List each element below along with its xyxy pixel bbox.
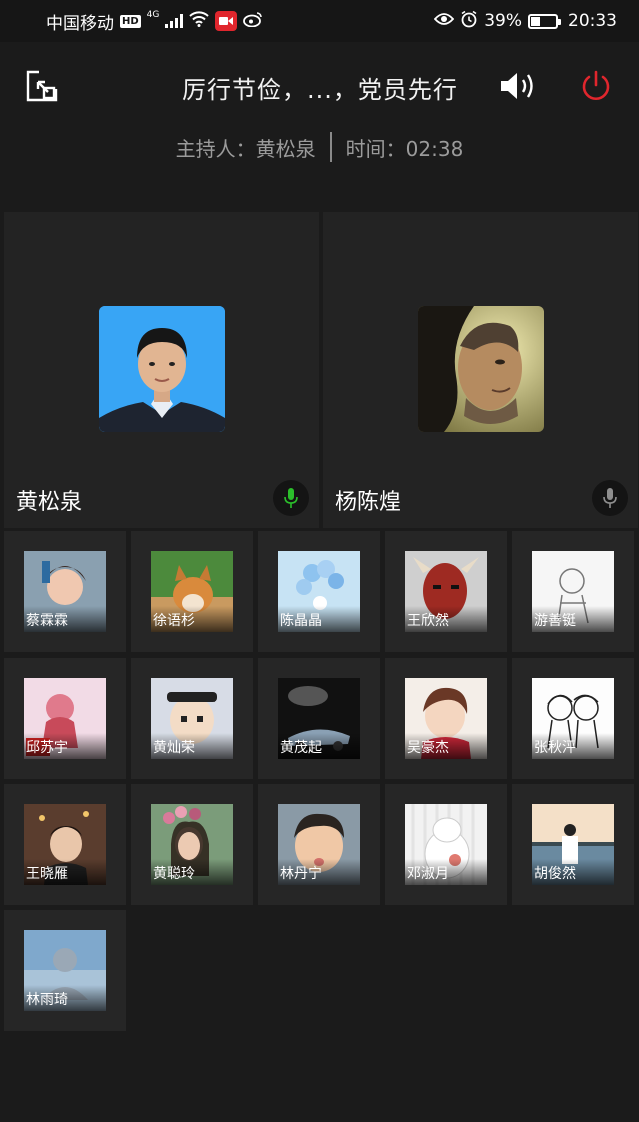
status-bar: 中国移动 HD 4G 39% 20:33	[0, 0, 639, 42]
avatar: 陈晶晶	[278, 551, 360, 632]
hd-badge: HD	[120, 14, 141, 28]
network-label: 4G	[146, 10, 160, 20]
minimize-window-button[interactable]	[24, 68, 60, 104]
participant-tile[interactable]: 吴豪杰	[385, 658, 507, 779]
participant-tile[interactable]: 徐语杉	[131, 531, 253, 652]
participant-tile[interactable]: 蔡霖霖	[4, 531, 126, 652]
participant-name: 林丹宁	[280, 866, 322, 882]
participant-tile[interactable]: 黄灿荣	[131, 658, 253, 779]
participant-name: 陈晶晶	[280, 613, 322, 629]
participant-tile[interactable]: 陈晶晶	[258, 531, 380, 652]
participant-tile[interactable]: 张秋泙	[512, 658, 634, 779]
avatar: 邱苏宇	[24, 678, 106, 759]
battery-icon	[528, 13, 561, 29]
screen-record-icon	[215, 11, 238, 31]
participant-tile[interactable]: 林雨琦	[4, 910, 126, 1031]
participant-name: 吴豪杰	[407, 740, 449, 756]
participant-tile[interactable]: 胡俊然	[512, 784, 634, 905]
participant-name: 黄松泉	[16, 490, 83, 515]
avatar: 林雨琦	[24, 930, 106, 1011]
avatar: 徐语杉	[151, 551, 233, 632]
participant-name: 王晓雁	[26, 866, 68, 882]
featured-participant-tile[interactable]: 杨陈煌	[323, 212, 638, 528]
avatar: 黄茂起	[278, 678, 360, 759]
alarm-icon	[460, 10, 478, 33]
avatar: 邓淑月	[405, 804, 487, 885]
eye-icon	[433, 11, 455, 31]
participant-name: 黄灿荣	[153, 740, 195, 756]
participant-tile[interactable]: 邓淑月	[385, 784, 507, 905]
carrier-label: 中国移动	[46, 13, 114, 34]
avatar: 黄灿荣	[151, 678, 233, 759]
participant-name: 黄聪玲	[153, 866, 195, 882]
speaker-button[interactable]	[496, 68, 540, 104]
avatar: 王欣然	[405, 551, 487, 632]
participant-name: 徐语杉	[153, 613, 195, 629]
participant-tile[interactable]: 王欣然	[385, 531, 507, 652]
participant-tile[interactable]: 王晓雁	[4, 784, 126, 905]
meeting-info-line: 主持人：黄松泉 时间：02:38	[0, 132, 639, 162]
signal-icon	[165, 14, 184, 28]
hangup-button[interactable]	[576, 66, 616, 106]
microphone-icon	[603, 488, 617, 508]
speaker-icon	[501, 73, 533, 99]
microphone-icon	[284, 488, 298, 508]
participant-name: 游善铤	[534, 613, 576, 629]
participant-tile[interactable]: 林丹宁	[258, 784, 380, 905]
participant-name: 邓淑月	[407, 866, 449, 882]
battery-percent: 39%	[484, 11, 522, 31]
participant-name: 林雨琦	[26, 992, 68, 1008]
participant-name: 张秋泙	[534, 740, 576, 756]
info-divider	[329, 132, 332, 162]
avatar: 王晓雁	[24, 804, 106, 885]
participant-name: 胡俊然	[534, 866, 576, 882]
mic-status-button[interactable]	[273, 480, 309, 516]
participant-name: 蔡霖霖	[26, 613, 68, 629]
avatar	[418, 306, 544, 432]
avatar: 吴豪杰	[405, 678, 487, 759]
avatar: 游善铤	[532, 551, 614, 632]
clock-time: 20:33	[568, 11, 617, 31]
host-label: 主持人：黄松泉	[175, 136, 316, 161]
meeting-header: 厉行节俭，...，党员先行 主持人：黄松泉 时间：02:38	[0, 42, 639, 210]
elapsed-time-label: 时间：02:38	[345, 136, 464, 161]
weibo-icon	[243, 11, 263, 32]
avatar: 张秋泙	[532, 678, 614, 759]
participant-tile[interactable]: 邱苏宇	[4, 658, 126, 779]
mic-status-button[interactable]	[592, 480, 628, 516]
wifi-icon	[189, 10, 210, 32]
participant-name: 杨陈煌	[335, 490, 402, 515]
avatar: 胡俊然	[532, 804, 614, 885]
featured-participant-tile[interactable]: 黄松泉	[4, 212, 319, 528]
meeting-title: 厉行节俭，...，党员先行	[182, 76, 458, 104]
power-icon	[582, 70, 610, 100]
participant-name: 邱苏宇	[26, 740, 68, 756]
avatar	[99, 306, 225, 432]
avatar: 林丹宁	[278, 804, 360, 885]
participant-tile[interactable]: 游善铤	[512, 531, 634, 652]
participant-tile[interactable]: 黄聪玲	[131, 784, 253, 905]
minimize-window-icon	[26, 70, 58, 102]
participant-name: 黄茂起	[280, 740, 322, 756]
avatar: 蔡霖霖	[24, 551, 106, 632]
participant-name: 王欣然	[407, 613, 449, 629]
avatar: 黄聪玲	[151, 804, 233, 885]
participant-tile[interactable]: 黄茂起	[258, 658, 380, 779]
